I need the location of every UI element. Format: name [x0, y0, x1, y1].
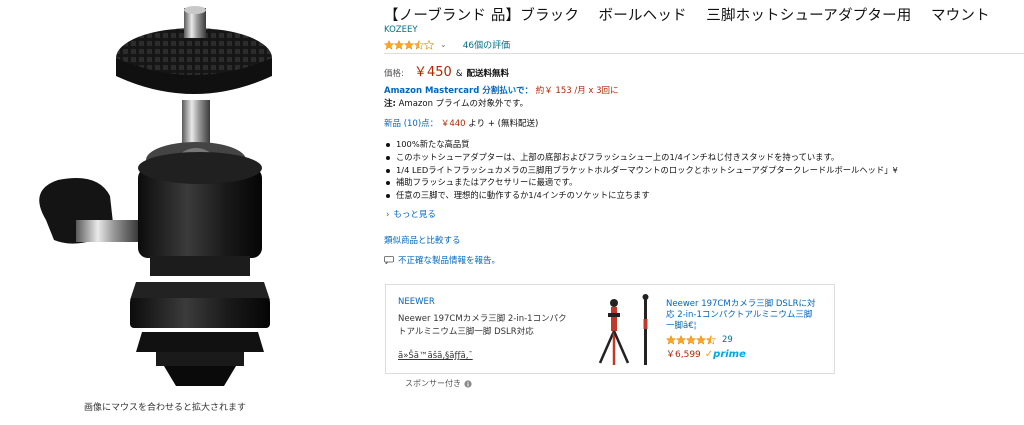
info-icon[interactable] [464, 379, 472, 388]
ad-rating-count[interactable]: 29 [722, 335, 733, 345]
sponsored-ad[interactable]: NEEWER Neewer 197CMカメラ三脚 2-in-1コンパクトアルミニ… [385, 284, 835, 374]
price-label: 価格: [384, 69, 404, 79]
star-full-icon [404, 39, 414, 50]
product-title: 【ノーブランド 品】ブラック ボールヘッド 三脚ホットシューアダプター用 マウン… [384, 8, 990, 24]
ad-price-row: ￥6,599 ✓prime [666, 347, 746, 360]
compare-link[interactable]: 類似商品と比較する [384, 234, 461, 246]
star-half-icon [414, 39, 424, 50]
ad-brand[interactable]: NEEWER [398, 297, 435, 307]
check-icon: ✓ [704, 349, 714, 360]
see-more-label: もっと見る [393, 210, 436, 220]
sponsored-text: スポンサー付き [405, 379, 461, 388]
list-item: 100%新たな高品質 [384, 138, 898, 151]
price-value: ￥450 [414, 65, 452, 80]
list-item: 1/4 LEDライトフラッシュカメラの三脚用ブラケットホルダーマウントのロックと… [384, 164, 898, 177]
ad-shop-link[interactable]: ã»Šã™ãšã‚§ãƒƒã‚¯ [398, 351, 473, 361]
free-shipping-label: 配送料無料 [466, 69, 509, 79]
star-empty-icon [424, 39, 434, 50]
star-full-icon [696, 335, 706, 345]
new-offers-row: 新品 (10)点： ￥440 より + (無料配送) [384, 117, 538, 129]
product-image[interactable] [18, 0, 308, 400]
ad-title-link[interactable]: Neewer 197CMカメラ三脚 DSLRに対応 2-in-1コンパクトアルミ… [666, 299, 816, 332]
new-offers-link[interactable]: 新品 (10)点： [384, 119, 438, 129]
star-full-icon [666, 335, 676, 345]
product-image-area: 画像にマウスを合わせると拡大されます [0, 0, 330, 425]
ad-rating-row[interactable]: 29 [666, 335, 733, 345]
rating-count-link[interactable]: 46個の評価 [463, 38, 510, 51]
price-row: 価格: ￥450 & 配送料無料 [384, 61, 509, 80]
brand-link[interactable]: KOZEEY [384, 25, 418, 35]
new-offers-suffix: より + (無料配送) [468, 119, 539, 129]
zoom-hint: 画像にマウスを合わせると拡大されます [83, 403, 246, 413]
report-label: 不正確な製品情報を報告。 [398, 256, 501, 266]
star-full-icon [394, 39, 404, 50]
list-item: 補助フラッシュまたはアクセサリーに最適です。 [384, 176, 898, 189]
list-item: このホットシューアダプターは、上部の底部およびフラッシュシュー上の1/4インチね… [384, 151, 898, 164]
ad-description[interactable]: Neewer 197CMカメラ三脚 2-in-1コンパクトアルミニウム三脚一脚 … [398, 313, 568, 339]
star-full-icon [676, 335, 686, 345]
prime-badge: ✓prime [705, 349, 746, 360]
rating-row: ⌄ 46個の評価 [384, 38, 510, 51]
sponsored-label: スポンサー付き [405, 378, 472, 389]
chevron-down-icon[interactable]: ⌄ [440, 40, 447, 49]
star-full-icon [686, 335, 696, 345]
prime-note: 注: Amazon プライムの対象外です。 [384, 97, 528, 109]
comment-icon [384, 256, 394, 264]
star-half-icon [706, 335, 716, 345]
list-item: 任意の三脚で、理想的に動作するか1/4インチのソケットに立ちます [384, 189, 898, 202]
divider [384, 53, 1024, 54]
star-rating[interactable] [384, 39, 434, 50]
ad-price: ￥6,599 [666, 350, 701, 360]
report-link[interactable]: 不正確な製品情報を報告。 [384, 254, 500, 266]
note-label: 注: [384, 99, 396, 109]
shipping-prefix: & [455, 69, 463, 79]
feature-bullets: 100%新たな高品質 このホットシューアダプターは、上部の底部およびフラッシュシ… [384, 138, 898, 202]
tripod-image[interactable] [592, 293, 664, 369]
chevron-right-icon: › [386, 210, 390, 220]
see-more-link[interactable]: › もっと見る [386, 208, 436, 220]
new-offers-price: ￥440 [440, 119, 466, 129]
installment-row: Amazon Mastercard 分割払いで： 約￥ 153 /月 x 3回に [384, 84, 619, 96]
note-text: Amazon プライムの対象外です。 [398, 99, 529, 109]
installment-detail: 約￥ 153 /月 x 3回に [535, 86, 619, 96]
star-full-icon [384, 39, 394, 50]
prime-label: prime [713, 349, 746, 360]
installment-link[interactable]: Amazon Mastercard 分割払いで： [384, 86, 533, 96]
